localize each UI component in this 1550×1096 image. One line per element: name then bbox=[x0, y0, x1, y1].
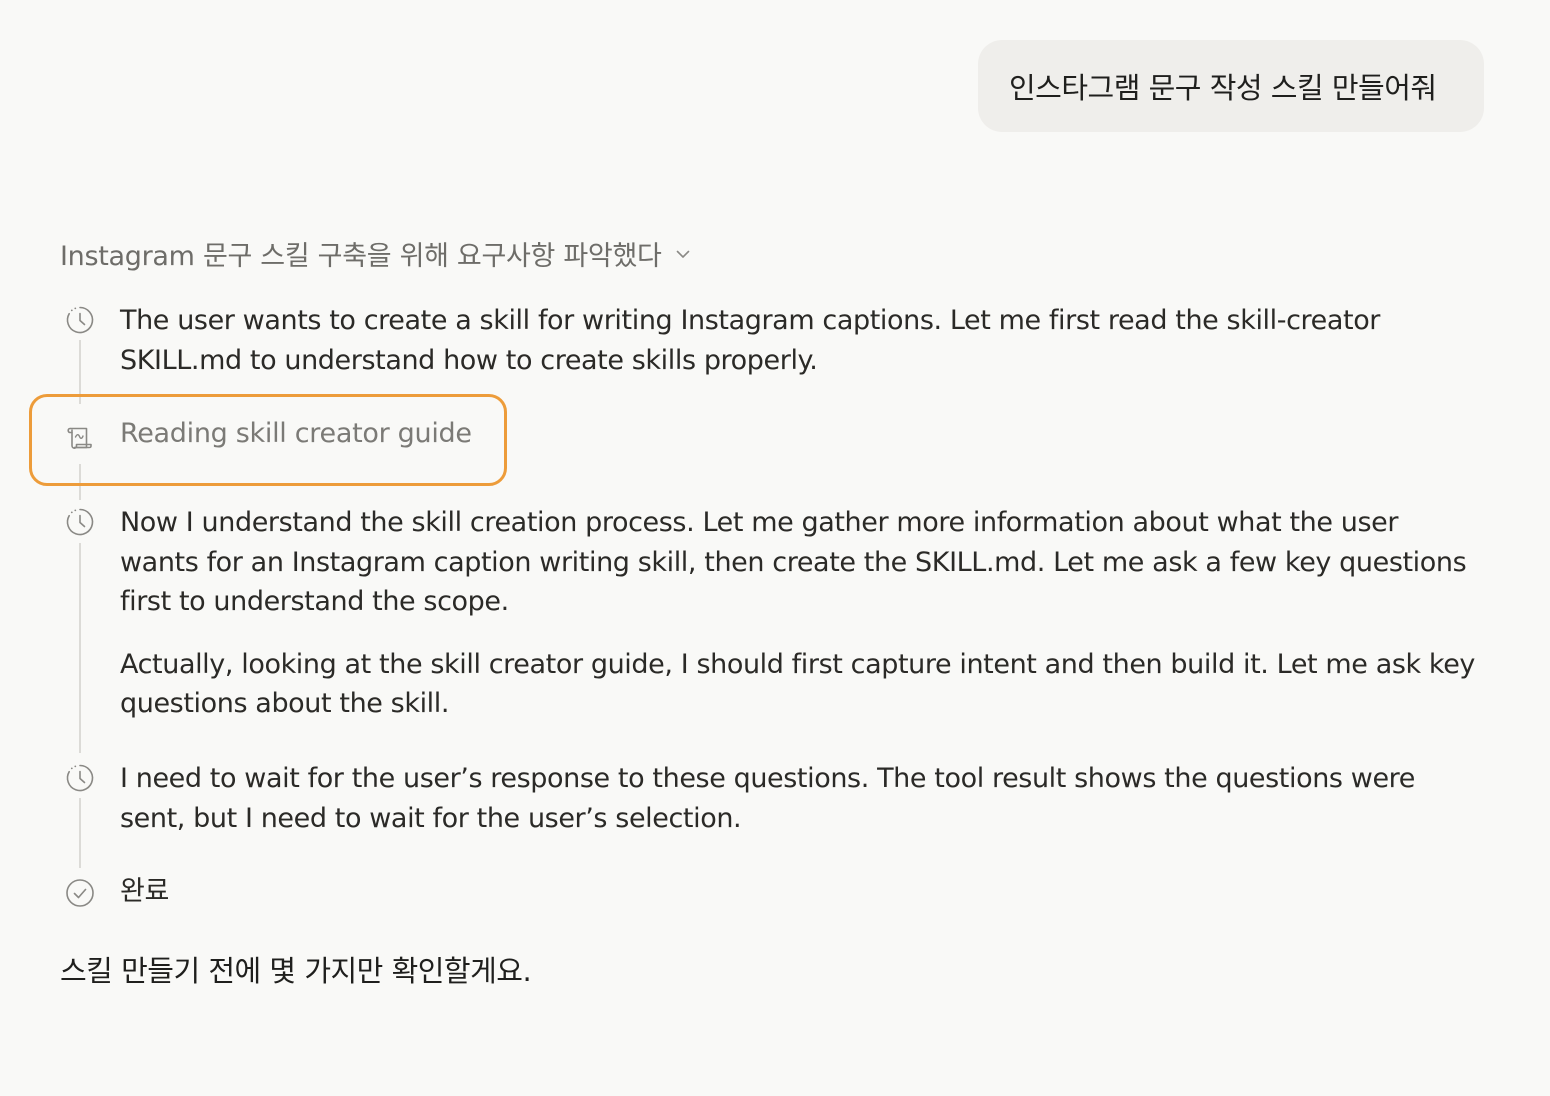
user-message-text: 인스타그램 문구 작성 스킬 만들어줘 bbox=[1009, 71, 1437, 105]
chevron-down-icon bbox=[674, 245, 692, 263]
tool-step-highlight[interactable] bbox=[29, 394, 507, 486]
thinking-summary-text: Instagram 문구 스킬 구축을 위해 요구사항 파악했다 bbox=[60, 241, 662, 272]
thinking-step-text: I need to wait for the user’s response t… bbox=[120, 759, 1480, 838]
assistant-reply-text: 스킬 만들기 전에 몇 가지만 확인할게요. bbox=[60, 954, 532, 988]
timeline-rail bbox=[79, 543, 81, 753]
timeline-rail bbox=[79, 798, 81, 868]
thinking-paragraph: Now I understand the skill creation proc… bbox=[120, 507, 1467, 617]
clock-icon bbox=[63, 505, 97, 539]
user-message-bubble: 인스타그램 문구 작성 스킬 만들어줘 bbox=[978, 40, 1484, 132]
thinking-paragraph: Actually, looking at the skill creator g… bbox=[120, 648, 1475, 720]
thinking-paragraph: The user wants to create a skill for wri… bbox=[120, 305, 1381, 376]
clock-icon bbox=[63, 761, 97, 795]
thinking-step-text: Now I understand the skill creation proc… bbox=[120, 503, 1480, 724]
thinking-paragraph: I need to wait for the user’s response t… bbox=[120, 763, 1415, 834]
check-circle-icon bbox=[63, 876, 97, 910]
thinking-summary-toggle[interactable]: Instagram 문구 스킬 구축을 위해 요구사항 파악했다 bbox=[60, 234, 692, 273]
thinking-step-text: The user wants to create a skill for wri… bbox=[120, 301, 1480, 380]
clock-icon bbox=[63, 303, 97, 337]
done-label: 완료 bbox=[120, 876, 169, 907]
